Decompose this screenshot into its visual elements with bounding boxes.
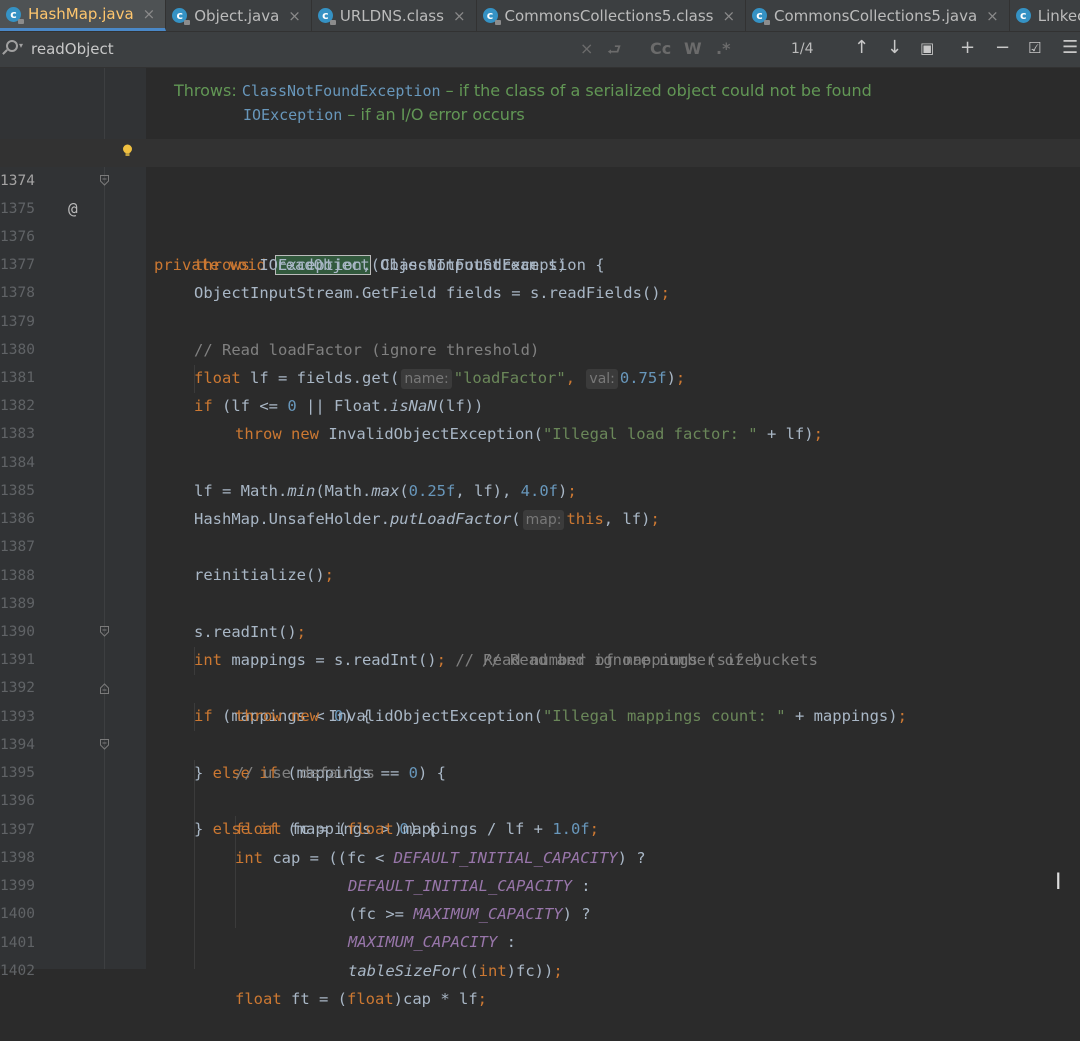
text-cursor-icon: I (1055, 870, 1062, 895)
search-field: ▾ × ⮐ (0, 32, 630, 67)
tab-label: CommonsCollections5.java (774, 6, 978, 25)
code-line-1380: 1380 float lf = fields.get(name: "loadFac… (0, 308, 1080, 389)
tab-object-java[interactable]: c Object.java × (166, 0, 312, 31)
class-icon: c (752, 8, 771, 25)
lightbulb-icon[interactable] (122, 144, 133, 157)
code-line-1400: 1400 MAXIMUM_CAPACITY : (0, 872, 1080, 951)
close-icon[interactable]: × (453, 7, 466, 25)
fold-marker-icon[interactable] (100, 683, 109, 694)
code-line-1379: 1379 // Read loadFactor (ignore threshol… (0, 280, 1080, 359)
next-occurrence-icon[interactable]: ↓ (887, 37, 902, 58)
code-line-1396: 1396 float fc = (float)mappings / lf + 1… (0, 759, 1080, 838)
tab-label: CommonsCollections5.class (504, 6, 714, 25)
code-line-1375: 1375 throws IOException, ClassNotFoundEx… (0, 167, 1080, 274)
code-line-1390: 1390 int mappings = s.readInt(); // Read… (0, 590, 1080, 669)
close-icon[interactable]: × (288, 7, 301, 25)
code-line-1385: 1385 HashMap.UnsafeHolder.putLoadFactor(… (0, 449, 1080, 530)
doc-throws-line: Throws: ClassNotFoundException – if the … (174, 81, 872, 100)
code-line-1388: 1388 (0, 534, 1080, 584)
code-line-1394: 1394 // use defaults (0, 703, 1080, 782)
code-line-1386: 1386 (0, 477, 1080, 527)
code-line-1387: 1387 reinitialize(); (0, 505, 1080, 584)
code-line-1392: 1392 throw new InvalidObjectException("I… (0, 646, 1080, 725)
class-icon: c (1015, 8, 1031, 23)
editor-tab-bar: c HashMap.java × c Object.java × c URLDN… (0, 0, 1080, 32)
add-occurrence-icon[interactable]: + (960, 37, 975, 58)
code-line-1378: 1378 (0, 251, 1080, 301)
chevron-down-icon[interactable]: ▾ (19, 41, 23, 50)
regex-toggle[interactable]: .* (716, 39, 730, 58)
doc-exception-link[interactable]: IOException (243, 106, 342, 124)
code-line-1395: 1395 } else if (mappings > 0) { (0, 731, 1080, 838)
class-icon: c (6, 6, 24, 24)
code-line-1382: 1382 throw new InvalidObjectException("I… (0, 364, 1080, 443)
tab-commonscollections5-class[interactable]: c CommonsCollections5.class × (477, 0, 747, 31)
code-line-1401: 1401 tableSizeFor((int)fc)); (0, 901, 1080, 980)
code-line-1381: 1381 if (lf <= 0 || Float.isNaN(lf)) (0, 336, 1080, 415)
doc-throws-label: Throws: (174, 81, 237, 100)
search-input[interactable] (31, 38, 571, 60)
new-line-icon[interactable]: ⮐ (607, 39, 621, 66)
fold-marker-icon[interactable] (100, 739, 109, 750)
tab-label: Object.java (194, 6, 280, 25)
code-line-1377: 1377 ObjectInputStream.GetField fields =… (0, 223, 1080, 302)
fold-marker-icon[interactable] (100, 626, 109, 637)
code-line-1403: 1403 (0, 957, 1080, 969)
class-icon: c (172, 8, 191, 25)
clear-search-icon[interactable]: × (580, 39, 593, 58)
select-all-occurrences-icon[interactable]: ▣ (920, 39, 934, 57)
code-line-1376: 1376 (0, 195, 1080, 245)
fold-marker-icon[interactable] (100, 175, 109, 186)
filter-menu-icon[interactable]: ☰ (1062, 37, 1078, 58)
doc-throws-line: IOException – if an I/O error occurs (243, 105, 525, 124)
search-icon[interactable] (6, 40, 18, 52)
code-line-1398: 1398 DEFAULT_INITIAL_CAPACITY : (0, 816, 1080, 895)
code-line-1399: 1399 (fc >= MAXIMUM_CAPACITY) ? (0, 844, 1080, 923)
code-text: float ft = (float)cap * lf; (235, 990, 488, 1008)
close-icon[interactable]: × (143, 5, 156, 23)
tab-label: URLDNS.class (339, 6, 444, 25)
close-icon[interactable]: × (986, 7, 999, 25)
tab-commonscollections5-java[interactable]: c CommonsCollections5.java × (746, 0, 1010, 31)
select-occurrence-icon[interactable]: ☑ (1028, 39, 1041, 57)
match-case-toggle[interactable]: Cc (650, 39, 671, 58)
previous-occurrence-icon[interactable]: ↑ (854, 37, 869, 58)
doc-exception-link[interactable]: ClassNotFoundException (242, 82, 441, 100)
code-line-1391: 1391 if (mappings < 0) { (0, 618, 1080, 725)
class-icon: c (482, 8, 501, 25)
code-line-1383: 1383 (0, 392, 1080, 442)
code-line-1389: 1389 s.readInt(); // Read and ignore num… (0, 562, 1080, 669)
whole-words-toggle[interactable]: W (684, 39, 702, 58)
code-line-1374: 1374 @ private void readObject(ObjectInp… (0, 139, 1080, 275)
doc-text: – if an I/O error occurs (342, 105, 525, 124)
close-icon[interactable]: × (722, 7, 735, 25)
rendered-javadoc: Throws: ClassNotFoundException – if the … (146, 68, 1080, 136)
tab-linked[interactable]: c Linkec (1010, 0, 1080, 31)
code-line-1397: 1397 int cap = ((fc < DEFAULT_INITIAL_CA… (0, 788, 1080, 867)
tab-label: HashMap.java (28, 5, 134, 23)
tab-hashmap-java[interactable]: c HashMap.java × (0, 0, 167, 31)
tab-label: Linkec (1037, 6, 1080, 25)
code-line-1384: 1384 lf = Math.min(Math.max(0.25f, lf), … (0, 421, 1080, 500)
match-count: 1/4 (791, 41, 814, 57)
code-line-1402: 1402 float ft = (float)cap * lf; (0, 929, 1080, 1008)
doc-text: – if the class of a serialized object co… (440, 81, 872, 100)
find-bar: ▾ × ⮐ Cc W .* 1/4 ↑ ↓ ▣ + − ☑ ☰ (0, 32, 1080, 68)
code-line-1393: 1393 } else if (mappings == 0) { (0, 675, 1080, 782)
class-icon: c (317, 8, 336, 25)
tab-urldns-class[interactable]: c URLDNS.class × (312, 0, 477, 31)
remove-occurrence-icon[interactable]: − (995, 37, 1010, 58)
